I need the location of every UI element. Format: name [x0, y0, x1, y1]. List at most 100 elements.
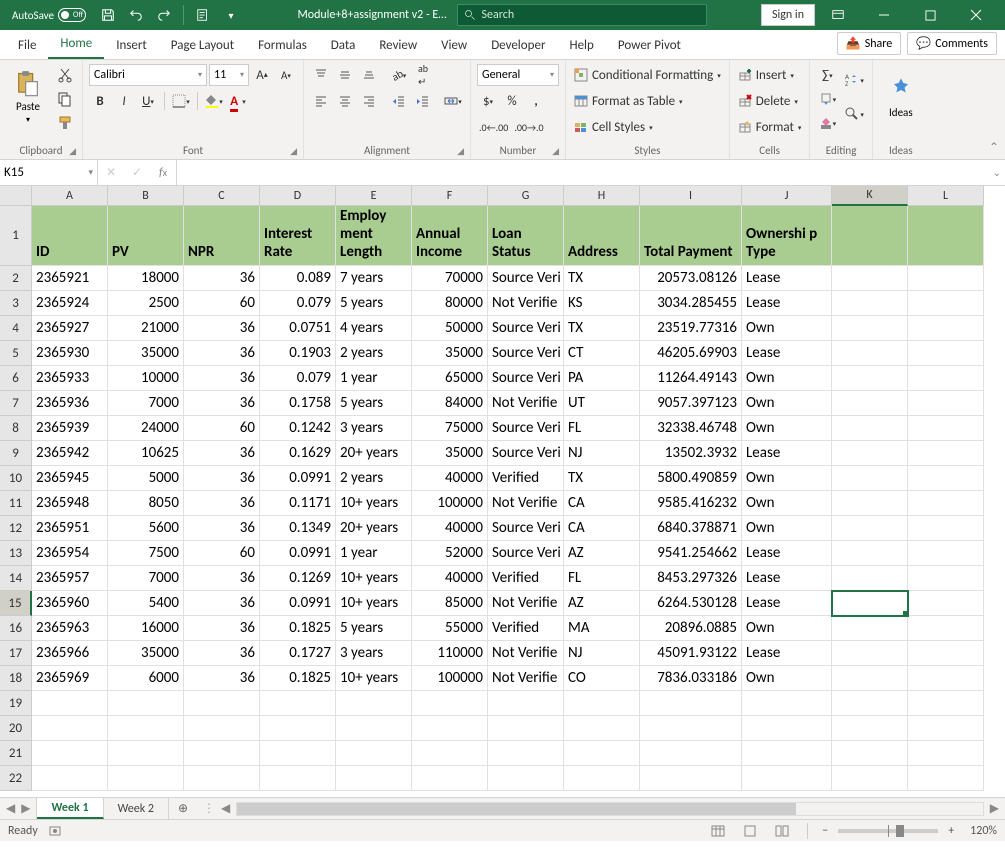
cell-I22[interactable] [640, 766, 742, 791]
row-header-9[interactable]: 9 [0, 441, 32, 466]
cell-J14[interactable]: Lease [742, 566, 832, 591]
cell-L21[interactable] [908, 741, 984, 766]
tab-insert[interactable]: Insert [104, 32, 159, 59]
cell-F4[interactable]: 50000 [412, 316, 488, 341]
row-header-13[interactable]: 13 [0, 541, 32, 566]
cell-H4[interactable]: TX [564, 316, 640, 341]
cell-K19[interactable] [832, 691, 908, 716]
cell-A13[interactable]: 2365954 [32, 541, 108, 566]
cell-A5[interactable]: 2365930 [32, 341, 108, 366]
cell-L8[interactable] [908, 416, 984, 441]
increase-indent-button[interactable] [412, 90, 434, 112]
cell-G13[interactable]: Source Veri [488, 541, 564, 566]
cell-D21[interactable] [260, 741, 336, 766]
cell-A3[interactable]: 2365924 [32, 291, 108, 316]
cell-G20[interactable] [488, 716, 564, 741]
font-size-combo[interactable]: 11▾ [209, 64, 249, 86]
row-header-8[interactable]: 8 [0, 416, 32, 441]
cell-H9[interactable]: NJ [564, 441, 640, 466]
cell-D2[interactable]: 0.089 [260, 266, 336, 291]
cell-C11[interactable]: 36 [184, 491, 260, 516]
align-bottom-button[interactable] [358, 64, 380, 86]
cell-H8[interactable]: FL [564, 416, 640, 441]
zoom-out-button[interactable]: − [822, 824, 828, 838]
font-name-combo[interactable]: Calibri▾ [89, 64, 207, 86]
cell-L3[interactable] [908, 291, 984, 316]
cell-G6[interactable]: Source Veri [488, 366, 564, 391]
cell-E19[interactable] [336, 691, 412, 716]
tab-formulas[interactable]: Formulas [246, 32, 319, 59]
col-header-I[interactable]: I [640, 186, 742, 206]
cell-I5[interactable]: 46205.69903 [640, 341, 742, 366]
col-header-G[interactable]: G [488, 186, 564, 206]
clear-button[interactable]: ▾ [816, 112, 838, 134]
cancel-formula-button[interactable]: ✕ [98, 160, 124, 185]
cell-H6[interactable]: PA [564, 366, 640, 391]
cell-A12[interactable]: 2365951 [32, 516, 108, 541]
wrap-text-button[interactable]: ab↵ [412, 64, 434, 86]
cell-I3[interactable]: 3034.285455 [640, 291, 742, 316]
cell-B13[interactable]: 7500 [108, 541, 184, 566]
cell-D16[interactable]: 0.1825 [260, 616, 336, 641]
fx-button[interactable]: fx [150, 160, 176, 185]
cell-H16[interactable]: MA [564, 616, 640, 641]
cell-K7[interactable] [832, 391, 908, 416]
cell-C8[interactable]: 60 [184, 416, 260, 441]
format-cells-button[interactable]: Format▾ [736, 116, 804, 138]
cell-E17[interactable]: 3 years [336, 641, 412, 666]
zoom-level[interactable]: 120% [970, 824, 997, 838]
cell-D10[interactable]: 0.0991 [260, 466, 336, 491]
cell-I17[interactable]: 45091.93122 [640, 641, 742, 666]
cell-D9[interactable]: 0.1629 [260, 441, 336, 466]
redo-button[interactable] [152, 3, 176, 27]
cell-G9[interactable]: Source Veri [488, 441, 564, 466]
cell-L7[interactable] [908, 391, 984, 416]
col-header-C[interactable]: C [184, 186, 260, 206]
cell-B2[interactable]: 18000 [108, 266, 184, 291]
cell-F7[interactable]: 84000 [412, 391, 488, 416]
cell-C13[interactable]: 60 [184, 541, 260, 566]
cell-E12[interactable]: 20+ years [336, 516, 412, 541]
cell-B3[interactable]: 2500 [108, 291, 184, 316]
cell-G8[interactable]: Source Veri [488, 416, 564, 441]
cell-D6[interactable]: 0.079 [260, 366, 336, 391]
cell-H2[interactable]: TX [564, 266, 640, 291]
borders-button[interactable]: ▾ [170, 90, 192, 112]
cell-B21[interactable] [108, 741, 184, 766]
cell-G12[interactable]: Source Veri [488, 516, 564, 541]
cell-I10[interactable]: 5800.490859 [640, 466, 742, 491]
cell-E4[interactable]: 4 years [336, 316, 412, 341]
cell-G2[interactable]: Source Veri [488, 266, 564, 291]
cell-C12[interactable]: 36 [184, 516, 260, 541]
bold-button[interactable]: B [89, 90, 111, 112]
cell-F5[interactable]: 35000 [412, 341, 488, 366]
cell-F11[interactable]: 100000 [412, 491, 488, 516]
row-header-20[interactable]: 20 [0, 716, 32, 741]
cell-K8[interactable] [832, 416, 908, 441]
zoom-in-button[interactable]: + [948, 824, 954, 838]
sheet-tab-week1[interactable]: Week 1 [37, 798, 103, 819]
decrease-decimal-button[interactable]: .00→.0 [512, 116, 545, 138]
cell-A4[interactable]: 2365927 [32, 316, 108, 341]
cell-E11[interactable]: 10+ years [336, 491, 412, 516]
cell-E21[interactable] [336, 741, 412, 766]
cell-F3[interactable]: 80000 [412, 291, 488, 316]
cell-H11[interactable]: CA [564, 491, 640, 516]
new-sheet-button[interactable]: ⊕ [169, 798, 197, 819]
row-header-2[interactable]: 2 [0, 266, 32, 291]
cell-B7[interactable]: 7000 [108, 391, 184, 416]
italic-button[interactable]: I [113, 90, 135, 112]
header-cell[interactable]: Employ ment Length [336, 206, 412, 266]
maximize-button[interactable] [907, 0, 953, 30]
cell-F16[interactable]: 55000 [412, 616, 488, 641]
cell-K13[interactable] [832, 541, 908, 566]
autosum-button[interactable]: ∑▾ [816, 64, 838, 86]
fill-color-button[interactable]: ▾ [203, 90, 225, 112]
cell-I4[interactable]: 23519.77316 [640, 316, 742, 341]
cell-E9[interactable]: 20+ years [336, 441, 412, 466]
worksheet-grid[interactable]: ABCDEFGHIJKL1IDPVNPRInterest RateEmploy … [0, 186, 1005, 797]
cell-K21[interactable] [832, 741, 908, 766]
cell-G7[interactable]: Not Verifie [488, 391, 564, 416]
format-painter-button[interactable] [54, 112, 76, 134]
row-header-1[interactable]: 1 [0, 206, 32, 266]
